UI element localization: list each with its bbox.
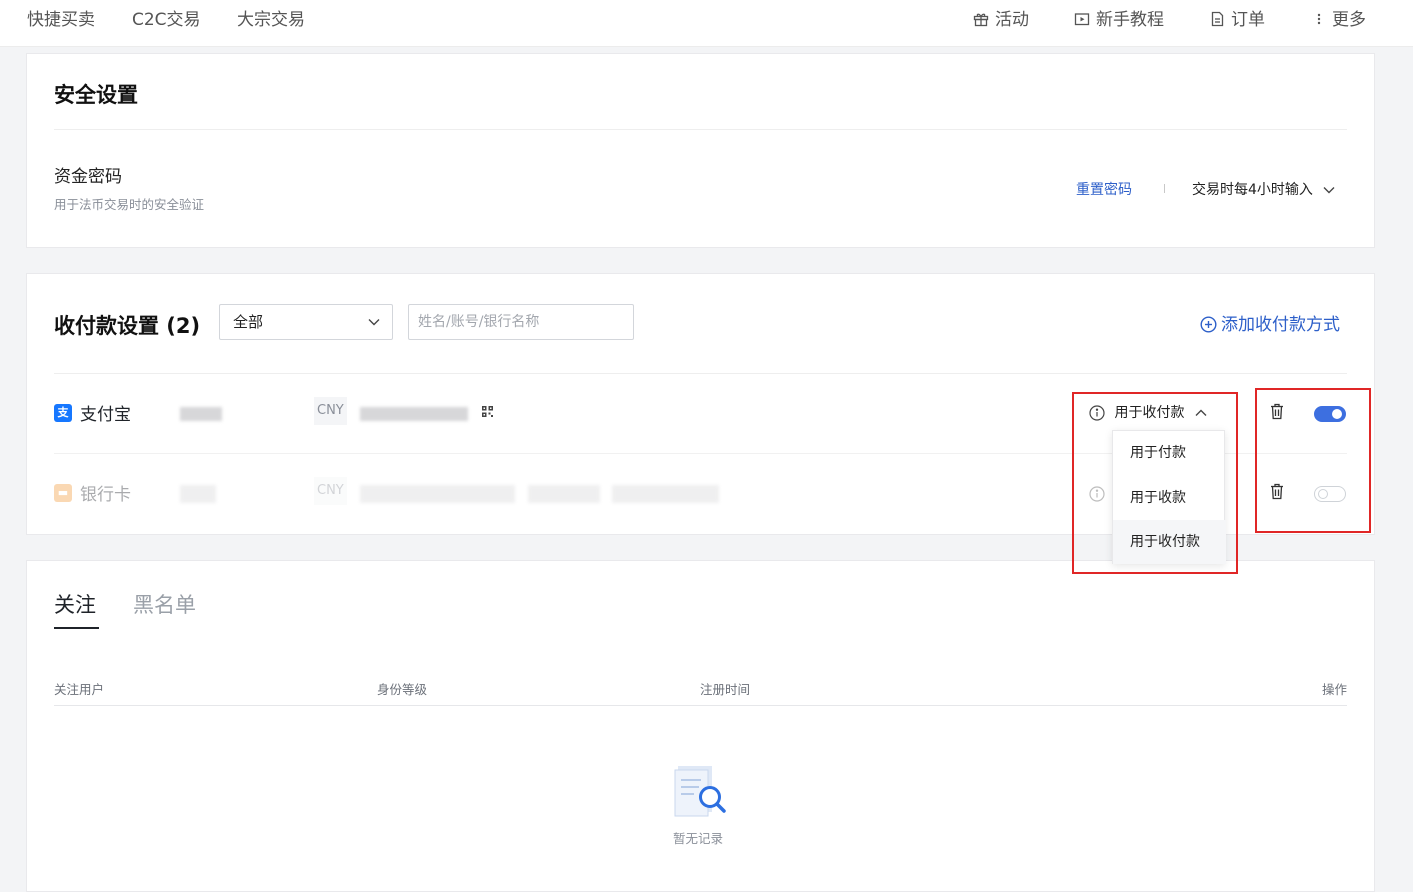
column-header-user: 关注用户	[54, 682, 105, 697]
trash-icon[interactable]	[1270, 403, 1284, 420]
usage-value: 用于收付款	[1114, 405, 1185, 421]
top-nav: 快捷买卖 C2C交易 大宗交易 活动 新手教程 订单 更多	[0, 0, 1413, 47]
payment-method: ▬ 银行卡	[54, 480, 131, 505]
password-mode-select[interactable]: 交易时每4小时输入	[1192, 179, 1335, 199]
security-title: 安全设置	[54, 83, 138, 107]
bank-card-icon: ▬	[54, 484, 72, 502]
nav-orders-label: 订单	[1231, 10, 1265, 30]
toggle-knob	[1332, 409, 1342, 419]
enable-toggle[interactable]	[1314, 406, 1346, 422]
add-payment-method-button[interactable]: 添加收付款方式	[1200, 310, 1340, 335]
masked-name	[180, 407, 222, 421]
divider	[1164, 184, 1165, 193]
payment-method-label: 支付宝	[80, 405, 131, 425]
masked-bank	[528, 485, 600, 503]
payment-filter-value: 全部	[233, 313, 264, 331]
add-payment-label: 添加收付款方式	[1221, 315, 1340, 335]
usage-dropdown-menu: 用于付款 用于收款 用于收付款	[1112, 430, 1226, 564]
qr-code-icon[interactable]	[482, 406, 493, 417]
nav-orders[interactable]: 订单	[1210, 0, 1265, 44]
usage-option-pay[interactable]: 用于付款	[1113, 431, 1226, 475]
chevron-up-icon	[1195, 409, 1207, 416]
gift-icon	[973, 13, 989, 27]
nav-quick-trade[interactable]: 快捷买卖	[27, 0, 95, 44]
fund-password-label: 资金密码	[54, 167, 122, 187]
info-icon	[1089, 405, 1105, 421]
plus-circle-icon	[1200, 315, 1217, 333]
payment-search-input[interactable]	[408, 304, 634, 340]
chevron-down-icon	[1323, 187, 1335, 194]
active-tab-indicator	[54, 627, 99, 629]
usage-select[interactable]: 用于收付款	[1089, 402, 1207, 422]
column-header-register-time: 注册时间	[700, 682, 751, 697]
nav-more[interactable]: 更多	[1312, 0, 1366, 44]
nav-block-trade[interactable]: 大宗交易	[237, 0, 305, 44]
currency-badge: CNY	[314, 397, 347, 425]
currency-badge: CNY	[314, 477, 347, 505]
video-icon	[1074, 13, 1090, 26]
tab-blacklist[interactable]: 黑名单	[133, 589, 196, 619]
payment-method-label: 银行卡	[80, 485, 131, 505]
more-vertical-icon	[1317, 13, 1321, 25]
empty-search-icon	[674, 766, 726, 817]
nav-activity[interactable]: 活动	[973, 0, 1029, 44]
nav-activity-label: 活动	[995, 10, 1029, 30]
document-icon	[1211, 11, 1224, 27]
chevron-down-icon	[368, 319, 380, 326]
payment-title: 收付款设置 (2)	[54, 314, 201, 338]
nav-tutorial-label: 新手教程	[1096, 10, 1164, 30]
fund-password-desc: 用于法币交易时的安全验证	[54, 197, 205, 212]
column-header-level: 身份等级	[377, 682, 428, 697]
tab-follow[interactable]: 关注	[54, 589, 96, 619]
alipay-icon: 支	[54, 404, 72, 422]
security-card: 安全设置 资金密码 用于法币交易时的安全验证 重置密码 交易时每4小时输入	[26, 53, 1375, 248]
nav-tutorial[interactable]: 新手教程	[1074, 0, 1164, 44]
payment-method: 支支付宝	[54, 400, 131, 425]
masked-account	[360, 485, 515, 503]
masked-account	[360, 407, 468, 421]
masked-branch	[612, 485, 719, 503]
toggle-knob	[1318, 489, 1328, 499]
divider	[54, 705, 1347, 706]
payment-filter-select[interactable]: 全部	[219, 304, 393, 340]
masked-name	[180, 485, 216, 503]
trash-icon[interactable]	[1270, 483, 1284, 500]
empty-state-text: 暂无记录	[673, 831, 724, 846]
enable-toggle[interactable]	[1314, 486, 1346, 502]
info-icon	[1089, 486, 1105, 502]
reset-password-link[interactable]: 重置密码	[1076, 179, 1132, 199]
divider	[54, 129, 1347, 130]
nav-more-label: 更多	[1332, 10, 1366, 30]
usage-option-both[interactable]: 用于收付款	[1113, 520, 1226, 564]
nav-c2c-trade[interactable]: C2C交易	[132, 0, 201, 44]
column-header-action: 操作	[1321, 682, 1347, 697]
follow-card: 关注 黑名单 关注用户 身份等级 注册时间 操作 暂无记录	[26, 560, 1375, 892]
password-mode-value: 交易时每4小时输入	[1192, 182, 1313, 198]
usage-option-receive[interactable]: 用于收款	[1113, 476, 1226, 520]
